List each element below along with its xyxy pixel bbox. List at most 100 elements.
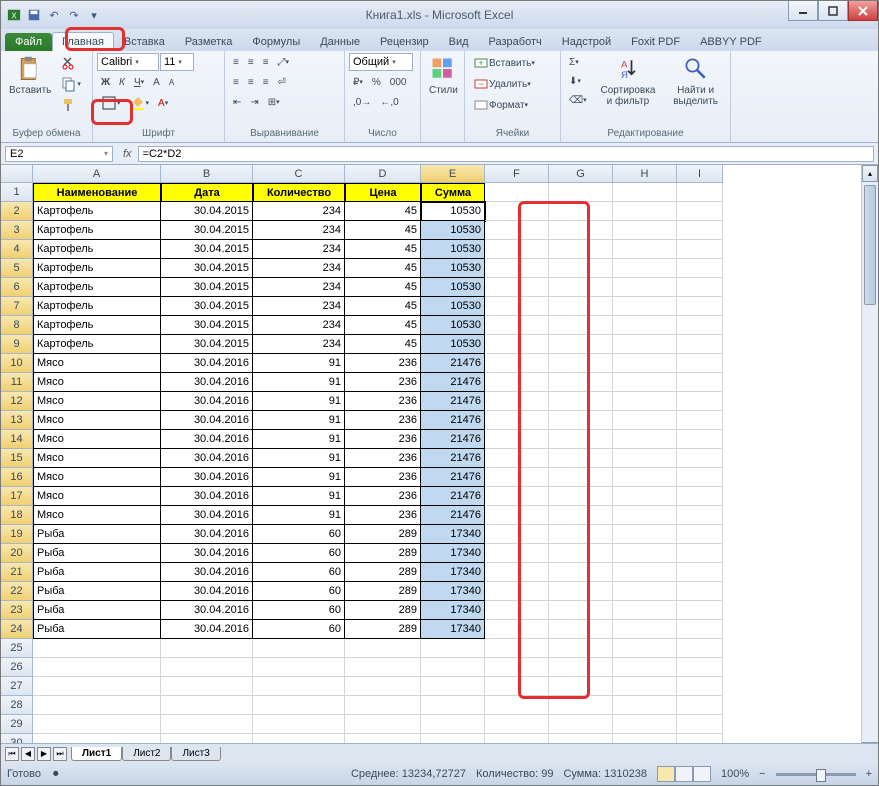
cell-F19[interactable]	[485, 525, 549, 544]
cell-F2[interactable]	[485, 202, 549, 221]
cell-B19[interactable]: 30.04.2016	[161, 525, 253, 544]
cell-I25[interactable]	[677, 639, 723, 658]
sheet-nav-last[interactable]: ⏭	[53, 747, 67, 761]
name-box[interactable]: E2▾	[5, 146, 113, 162]
zoom-slider[interactable]	[776, 773, 856, 776]
cell-A4[interactable]: Картофель	[33, 240, 161, 259]
cell-H17[interactable]	[613, 487, 677, 506]
tab-file[interactable]: Файл	[5, 33, 52, 51]
cell-H14[interactable]	[613, 430, 677, 449]
cell-D10[interactable]: 236	[345, 354, 421, 373]
cell-C10[interactable]: 91	[253, 354, 345, 373]
cell-G29[interactable]	[549, 715, 613, 734]
cell-E20[interactable]: 17340	[421, 544, 485, 563]
cell-C3[interactable]: 234	[253, 221, 345, 240]
row-header-9[interactable]: 9	[1, 335, 33, 354]
cell-E2[interactable]: 10530	[421, 202, 485, 221]
cell-E6[interactable]: 10530	[421, 278, 485, 297]
cell-A28[interactable]	[33, 696, 161, 715]
cell-F4[interactable]	[485, 240, 549, 259]
row-header-7[interactable]: 7	[1, 297, 33, 316]
row-header-6[interactable]: 6	[1, 278, 33, 297]
cell-C15[interactable]: 91	[253, 449, 345, 468]
cell-F3[interactable]	[485, 221, 549, 240]
cell-A2[interactable]: Картофель	[33, 202, 161, 221]
cell-B6[interactable]: 30.04.2015	[161, 278, 253, 297]
column-header-D[interactable]: D	[345, 165, 421, 183]
spreadsheet-grid[interactable]: ABCDEFGHI 123456789101112131415161718192…	[1, 165, 878, 759]
row-header-19[interactable]: 19	[1, 525, 33, 544]
cell-H12[interactable]	[613, 392, 677, 411]
column-header-A[interactable]: A	[33, 165, 161, 183]
row-header-20[interactable]: 20	[1, 544, 33, 563]
cell-G22[interactable]	[549, 582, 613, 601]
cell-F23[interactable]	[485, 601, 549, 620]
cell-H10[interactable]	[613, 354, 677, 373]
cell-A10[interactable]: Мясо	[33, 354, 161, 373]
cell-F13[interactable]	[485, 411, 549, 430]
row-header-4[interactable]: 4	[1, 240, 33, 259]
cell-G23[interactable]	[549, 601, 613, 620]
tab-foxit pdf[interactable]: Foxit PDF	[621, 32, 690, 51]
view-normal-button[interactable]	[657, 766, 675, 782]
cell-A15[interactable]: Мясо	[33, 449, 161, 468]
tab-разметка[interactable]: Разметка	[175, 32, 243, 51]
cell-A6[interactable]: Картофель	[33, 278, 161, 297]
cell-C4[interactable]: 234	[253, 240, 345, 259]
cell-I1[interactable]	[677, 183, 723, 202]
cell-H23[interactable]	[613, 601, 677, 620]
cell-C5[interactable]: 234	[253, 259, 345, 278]
column-header-E[interactable]: E	[421, 165, 485, 183]
percent-button[interactable]: %	[368, 73, 385, 91]
sort-filter-button[interactable]: AЯ Сортировка и фильтр	[593, 53, 664, 109]
cell-D12[interactable]: 236	[345, 392, 421, 411]
cell-A23[interactable]: Рыба	[33, 601, 161, 620]
cell-B12[interactable]: 30.04.2016	[161, 392, 253, 411]
vertical-scrollbar[interactable]: ▴ ▾	[861, 165, 878, 759]
cell-F5[interactable]	[485, 259, 549, 278]
row-header-29[interactable]: 29	[1, 715, 33, 734]
cell-H28[interactable]	[613, 696, 677, 715]
view-page-break-button[interactable]	[693, 766, 711, 782]
row-header-18[interactable]: 18	[1, 506, 33, 525]
row-header-21[interactable]: 21	[1, 563, 33, 582]
qa-dropdown-icon[interactable]: ▾	[85, 6, 103, 24]
cell-G7[interactable]	[549, 297, 613, 316]
underline-button[interactable]: Ч▾	[130, 73, 148, 91]
cell-B28[interactable]	[161, 696, 253, 715]
cell-E17[interactable]: 21476	[421, 487, 485, 506]
cell-I19[interactable]	[677, 525, 723, 544]
cell-G20[interactable]	[549, 544, 613, 563]
cell-E29[interactable]	[421, 715, 485, 734]
minimize-button[interactable]	[788, 1, 818, 21]
cell-H22[interactable]	[613, 582, 677, 601]
align-bottom-button[interactable]: ≡	[259, 53, 273, 71]
cell-F27[interactable]	[485, 677, 549, 696]
cell-H5[interactable]	[613, 259, 677, 278]
cell-D24[interactable]: 289	[345, 620, 421, 639]
decrease-indent-button[interactable]: ⇤	[229, 93, 245, 111]
cell-B26[interactable]	[161, 658, 253, 677]
tab-данные[interactable]: Данные	[310, 32, 370, 51]
cell-G25[interactable]	[549, 639, 613, 658]
cell-G16[interactable]	[549, 468, 613, 487]
cell-I18[interactable]	[677, 506, 723, 525]
row-header-27[interactable]: 27	[1, 677, 33, 696]
cell-H25[interactable]	[613, 639, 677, 658]
cell-D16[interactable]: 236	[345, 468, 421, 487]
cell-B20[interactable]: 30.04.2016	[161, 544, 253, 563]
column-header-F[interactable]: F	[485, 165, 549, 183]
number-format-combo[interactable]: Общий▾	[349, 53, 413, 71]
cell-H15[interactable]	[613, 449, 677, 468]
cell-B5[interactable]: 30.04.2015	[161, 259, 253, 278]
cell-I17[interactable]	[677, 487, 723, 506]
cell-I15[interactable]	[677, 449, 723, 468]
cell-E21[interactable]: 17340	[421, 563, 485, 582]
cell-D26[interactable]	[345, 658, 421, 677]
row-header-12[interactable]: 12	[1, 392, 33, 411]
bold-button[interactable]: Ж	[97, 73, 114, 91]
wrap-text-button[interactable]: ⏎	[274, 73, 290, 91]
cell-F14[interactable]	[485, 430, 549, 449]
cell-C19[interactable]: 60	[253, 525, 345, 544]
row-header-8[interactable]: 8	[1, 316, 33, 335]
